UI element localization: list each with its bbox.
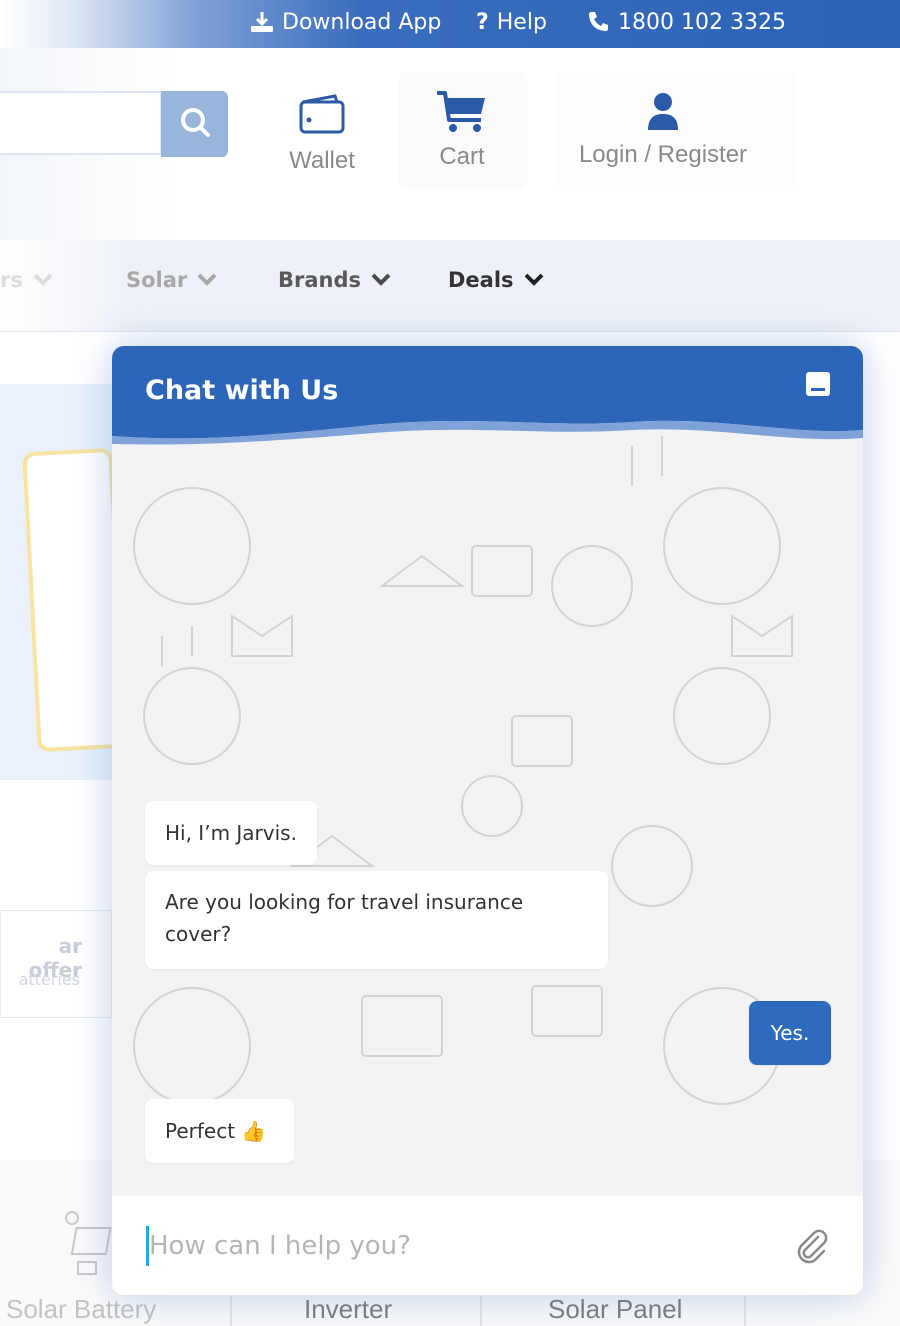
- chat-message-text: cover?: [165, 922, 232, 946]
- nav-item-deals[interactable]: Deals: [448, 268, 544, 292]
- chat-message-user: Yes.: [749, 1001, 831, 1065]
- download-app-label: Download App: [282, 9, 442, 35]
- chevron-down-icon: [197, 268, 217, 292]
- nav-item-brands[interactable]: Brands: [278, 268, 391, 292]
- chat-title: Chat with Us: [145, 375, 339, 406]
- nav-item-label: Deals: [448, 268, 514, 292]
- category-divider: [744, 1296, 746, 1326]
- phone-link[interactable]: 1800 102 3325: [586, 0, 786, 44]
- help-link[interactable]: ? Help: [476, 0, 547, 44]
- search-button[interactable]: [161, 91, 228, 157]
- download-icon: [250, 11, 274, 33]
- minimize-button[interactable]: [806, 372, 830, 396]
- chat-message-text: Are you looking for travel insurance: [165, 890, 524, 914]
- wallet-button[interactable]: Wallet: [284, 94, 360, 175]
- chat-widget: Chat with Us Hi, I’m Jarvis. Are you loo…: [112, 346, 863, 1295]
- cart-label: Cart: [439, 143, 485, 170]
- nav-item-label: Solar: [126, 268, 188, 292]
- download-app-link[interactable]: Download App: [250, 0, 441, 44]
- search-icon: [178, 105, 212, 143]
- solar-battery-icon: [58, 1208, 118, 1282]
- category-inverter[interactable]: Inverter: [304, 1294, 392, 1325]
- chat-message-bot: Perfect 👍: [145, 1099, 294, 1163]
- chat-pattern-background: [133, 436, 793, 1105]
- chat-message-bot: Hi, I’m Jarvis.: [145, 801, 317, 865]
- category-solar-panel[interactable]: Solar Panel: [548, 1294, 682, 1325]
- help-icon: ?: [476, 9, 489, 35]
- user-icon: [646, 92, 680, 137]
- wallet-icon: [299, 94, 345, 141]
- chat-input-bar: [112, 1196, 863, 1295]
- thumbs-up-emoji: 👍: [241, 1119, 267, 1143]
- login-register-label: Login / Register: [578, 141, 748, 168]
- top-bar: Download App ? Help 1800 102 3325: [0, 0, 900, 48]
- chevron-down-icon: [524, 268, 544, 292]
- phone-icon: [586, 10, 610, 34]
- nav-item-label: rs: [0, 268, 23, 292]
- chevron-down-icon: [33, 268, 53, 292]
- chat-message-input[interactable]: [146, 1226, 746, 1266]
- chat-message-text: Perfect: [165, 1119, 236, 1143]
- category-divider: [230, 1296, 232, 1326]
- chat-message-bot: Are you looking for travel insurance cov…: [145, 871, 608, 969]
- help-label: Help: [496, 9, 547, 35]
- offer-subtitle: atteries: [18, 970, 80, 989]
- chat-message-text: Yes.: [770, 1021, 810, 1045]
- nav-item-partial[interactable]: rs: [0, 268, 53, 292]
- nav-item-label: Brands: [278, 268, 362, 292]
- cart-button[interactable]: Cart: [420, 90, 504, 171]
- chevron-down-icon: [371, 268, 391, 292]
- nav-item-solar[interactable]: Solar: [126, 268, 217, 292]
- cart-icon: [435, 90, 489, 141]
- login-register-button[interactable]: Login / Register: [568, 92, 758, 169]
- category-divider: [480, 1296, 482, 1326]
- category-solar-battery[interactable]: Solar Battery: [6, 1294, 156, 1325]
- chat-message-text: Hi, I’m Jarvis.: [165, 821, 297, 845]
- paperclip-icon[interactable]: [794, 1228, 830, 1268]
- search-input[interactable]: [0, 91, 162, 155]
- wallet-label: Wallet: [289, 147, 355, 174]
- phone-number: 1800 102 3325: [618, 9, 786, 35]
